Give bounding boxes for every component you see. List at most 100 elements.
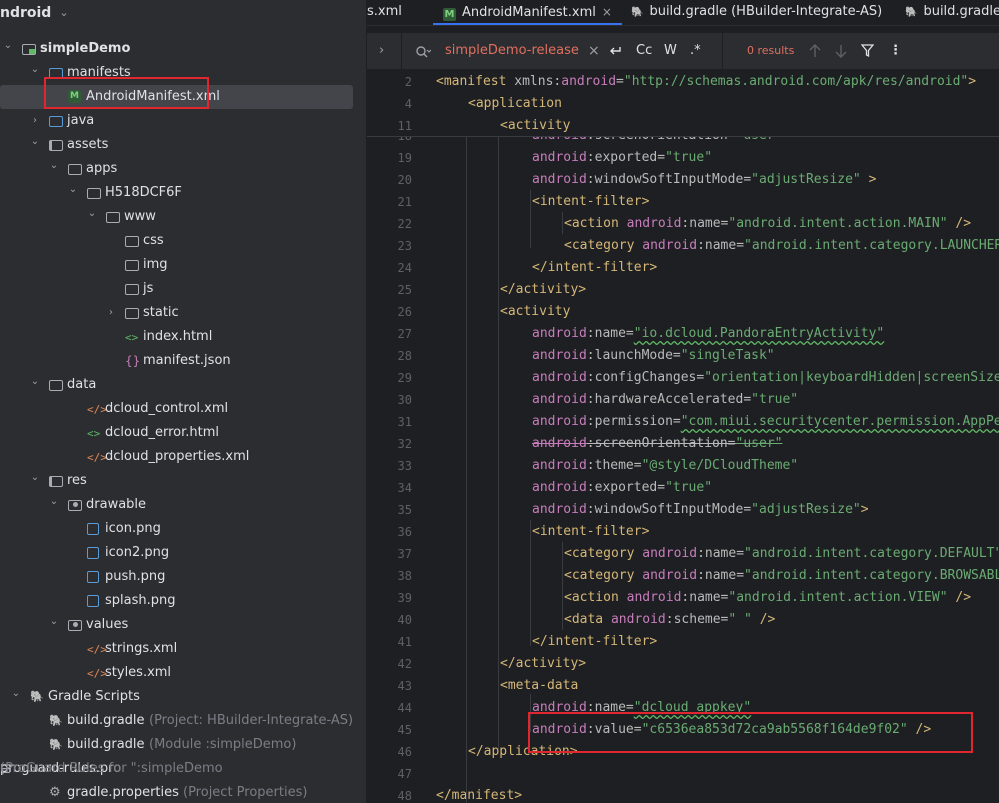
newline-icon[interactable] <box>608 33 622 69</box>
search-input[interactable]: simpleDemo-release <box>445 33 579 69</box>
chevron-down-icon[interactable]: ⌄ <box>29 130 41 154</box>
tab-build-gradle-[interactable]: 🐘 build.gradle ( <box>895 0 999 25</box>
tree-item[interactable]: ⌄ values <box>0 613 366 637</box>
chevron-down-icon[interactable]: ⌄ <box>29 466 41 490</box>
project-view-selector[interactable]: ndroid ⌄ <box>0 0 69 25</box>
project-tree: ⌄ simpleDemo ⌄ manifests M AndroidManifest.xm… <box>0 37 366 803</box>
code-line: <activity <box>500 115 570 137</box>
tree-item[interactable]: push.png <box>0 565 366 589</box>
code-token: android <box>532 502 587 517</box>
gradle-icon: 🐘 <box>631 7 644 18</box>
folder-icon <box>125 308 139 319</box>
tree-item[interactable]: img <box>0 253 366 277</box>
chevron-right-icon[interactable]: › <box>105 301 117 325</box>
tab-label: build.gradle (HBuilder-Integrate-AS) <box>649 4 883 19</box>
chevron-down-icon[interactable]: ⌄ <box>48 154 60 178</box>
code-token: /> <box>947 590 972 605</box>
tab-build-gradle-hbuilder-integrate-as-[interactable]: 🐘 build.gradle (HBuilder-Integrate-AS) <box>621 0 892 25</box>
line-number: 47 <box>397 767 412 781</box>
tree-item[interactable]: icon.png <box>0 517 366 541</box>
tree-item[interactable]: <> index.html <box>0 325 366 349</box>
code-token: > <box>968 74 977 89</box>
tree-item[interactable]: 🐘 build.gradle (Module :simpleDemo) <box>0 733 366 757</box>
chevron-down-icon[interactable]: ⌄ <box>67 178 79 202</box>
tree-item-label: values <box>86 617 129 632</box>
tree-item[interactable]: ⚙ gradle.properties (Project Properties) <box>0 781 366 803</box>
tree-item[interactable]: </> styles.xml <box>0 661 366 685</box>
code-line: </intent-filter> <box>532 631 657 653</box>
code-token: :name= <box>681 590 729 605</box>
code-line: android:windowSoftInputMode="adjustResiz… <box>532 169 876 191</box>
xml-file-icon: </> <box>87 451 107 464</box>
chevron-down-icon[interactable]: ⌄ <box>29 58 41 82</box>
regex-toggle[interactable]: .* <box>690 33 701 69</box>
tree-item[interactable]: 🐘 build.gradle (Project: HBuilder-Integrat… <box>0 709 366 733</box>
code-token: "singleTask" <box>680 348 775 363</box>
line-number: 4 <box>404 97 412 111</box>
tree-item[interactable]: icon2.png <box>0 541 366 565</box>
line-number: 37 <box>397 547 412 561</box>
line-number: 34 <box>397 481 412 495</box>
line-number: 41 <box>397 635 412 649</box>
code-editor[interactable]: 18android:screenOrientation="user"19andr… <box>367 70 999 803</box>
chevron-down-icon[interactable]: ⌄ <box>10 682 22 706</box>
tree-item[interactable]: </> dcloud_control.xml <box>0 397 366 421</box>
tree-item-label: js <box>143 281 154 296</box>
tree-item-label: strings.xml <box>105 641 178 656</box>
filter-icon[interactable] <box>860 33 875 69</box>
line-number: 36 <box>397 525 412 539</box>
expand-replace-icon[interactable]: › <box>379 33 384 69</box>
search-history-icon[interactable] <box>415 33 432 69</box>
tree-item-label: img <box>143 257 168 272</box>
code-token: android <box>642 546 698 561</box>
code-token: <intent-filter> <box>532 524 650 539</box>
line-number: 2 <box>404 75 412 89</box>
tree-item[interactable]: css <box>0 229 366 253</box>
code-token: <action <box>564 216 627 231</box>
image-file-icon <box>87 523 99 535</box>
sticky-lines: 2 <manifest xmlns:android="http://schemas… <box>367 70 999 137</box>
code-line: android:exported="true" <box>532 147 712 169</box>
chevron-down-icon[interactable]: ⌄ <box>48 610 60 634</box>
chevron-down-icon[interactable]: ⌄ <box>2 34 14 58</box>
chevron-down-icon[interactable]: ⌄ <box>29 370 41 394</box>
json-file-icon: {} <box>125 354 141 368</box>
next-occurrence-icon[interactable] <box>835 33 847 69</box>
clear-search-icon[interactable]: × <box>588 33 600 69</box>
match-case-toggle[interactable]: Cc <box>636 33 652 69</box>
code-token: <activity <box>500 118 571 133</box>
tree-item[interactable]: ⌄ H518DCF6F <box>0 181 366 205</box>
chevron-down-icon[interactable]: ⌄ <box>86 202 98 226</box>
tree-item[interactable]: › java <box>0 109 366 133</box>
tree-item-label: css <box>143 233 164 248</box>
code-token: "android.intent.action.VIEW" <box>728 590 948 605</box>
tree-item[interactable]: ⌄ apps <box>0 157 366 181</box>
tree-item[interactable]: <> dcloud_error.html <box>0 421 366 445</box>
tree-item[interactable]: ☰ proguard-rules.pro (ProGuard Rules for "… <box>0 757 366 781</box>
line-number: 38 <box>397 569 412 583</box>
code-token: android <box>610 612 666 627</box>
tree-item[interactable]: ⌄ simpleDemo <box>0 37 366 61</box>
more-options-icon[interactable]: ⋮ <box>889 33 902 69</box>
tree-item[interactable]: {} manifest.json <box>0 349 366 373</box>
tree-item[interactable]: js <box>0 277 366 301</box>
tree-item[interactable]: ⌄ drawable <box>0 493 366 517</box>
tree-item[interactable]: › static <box>0 301 366 325</box>
previous-occurrence-icon[interactable] <box>809 33 821 69</box>
whole-word-toggle[interactable]: W <box>664 33 677 69</box>
line-number: 20 <box>397 173 412 187</box>
tree-item[interactable]: ⌄ 🐘 Gradle Scripts <box>0 685 366 709</box>
tab-androidmanifest-xml[interactable]: M AndroidManifest.xml × <box>433 0 622 25</box>
tree-item[interactable]: ⌄ data <box>0 373 366 397</box>
code-token: android <box>532 480 587 495</box>
chevron-down-icon[interactable]: ⌄ <box>48 490 60 514</box>
tree-item[interactable]: ⌄ www <box>0 205 366 229</box>
close-tab-icon[interactable]: × <box>602 5 612 19</box>
tree-item[interactable]: </> strings.xml <box>0 637 366 661</box>
code-line: </intent-filter> <box>532 257 657 279</box>
code-token: :name= <box>697 238 745 253</box>
folder-icon <box>49 380 63 391</box>
tree-item[interactable]: </> dcloud_properties.xml <box>0 445 366 469</box>
chevron-down-icon[interactable]: ⌄ <box>59 6 68 19</box>
tab-s-xml[interactable]: s.xml <box>367 0 412 25</box>
